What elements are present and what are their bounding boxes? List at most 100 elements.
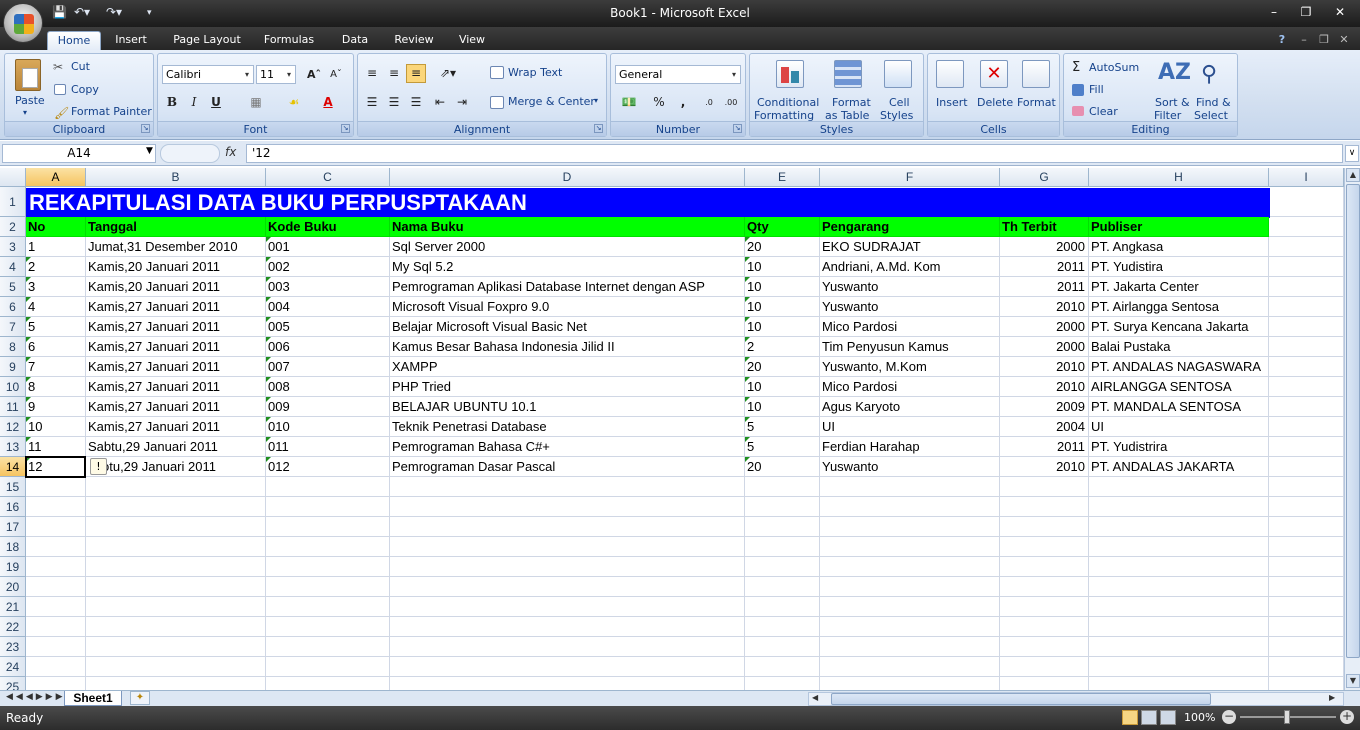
column-header-h[interactable]: H xyxy=(1089,168,1269,187)
help-icon[interactable]: ? xyxy=(1272,31,1292,50)
data-cell-c14[interactable]: 012 xyxy=(266,457,390,477)
fill-color-icon[interactable]: ☙ xyxy=(284,93,304,112)
find-select-button[interactable]: Find & xyxy=(1196,96,1231,109)
redo-icon[interactable]: ↷▾ xyxy=(106,5,122,21)
cell-f20[interactable] xyxy=(820,577,1000,597)
dialog-launcher-icon[interactable]: ↘ xyxy=(341,124,350,133)
cell-b20[interactable] xyxy=(86,577,266,597)
cell-h23[interactable] xyxy=(1089,637,1269,657)
chevron-down-icon[interactable]: ▾ xyxy=(594,96,598,105)
cell-h22[interactable] xyxy=(1089,617,1269,637)
cell-f19[interactable] xyxy=(820,557,1000,577)
cell-g23[interactable] xyxy=(1000,637,1089,657)
row-header-4[interactable]: 4 xyxy=(0,257,26,277)
cell-g18[interactable] xyxy=(1000,537,1089,557)
data-cell-f8[interactable]: Tim Penyusun Kamus xyxy=(820,337,1000,357)
data-cell-h4[interactable]: PT. Yudistira xyxy=(1089,257,1269,277)
cell-b15[interactable] xyxy=(86,477,266,497)
font-name-combo[interactable]: Calibri ▾ xyxy=(162,65,254,84)
cell-b23[interactable] xyxy=(86,637,266,657)
cell-e18[interactable] xyxy=(745,537,820,557)
row-header-2[interactable]: 2 xyxy=(0,217,26,237)
clear-button[interactable]: Clear xyxy=(1089,105,1118,118)
name-box[interactable]: A14 xyxy=(2,144,156,163)
cell-e17[interactable] xyxy=(745,517,820,537)
data-cell-b8[interactable]: Kamis,27 Januari 2011 xyxy=(86,337,266,357)
currency-icon[interactable]: 💵 xyxy=(615,93,643,112)
data-cell-d12[interactable]: Teknik Penetrasi Database xyxy=(390,417,745,437)
data-cell-e3[interactable]: 20 xyxy=(745,237,820,257)
row-header-1[interactable]: 1 xyxy=(0,187,26,217)
dialog-launcher-icon[interactable]: ↘ xyxy=(594,124,603,133)
row-header-7[interactable]: 7 xyxy=(0,317,26,337)
cell-d18[interactable] xyxy=(390,537,745,557)
cell-f21[interactable] xyxy=(820,597,1000,617)
cell-d25[interactable] xyxy=(390,677,745,690)
data-cell-g13[interactable]: 2011 xyxy=(1000,437,1089,457)
align-center-icon[interactable]: ☰ xyxy=(384,93,404,112)
cell-e19[interactable] xyxy=(745,557,820,577)
data-cell-e6[interactable]: 10 xyxy=(745,297,820,317)
data-cell-a9[interactable]: 7 xyxy=(26,357,86,377)
data-cell-f5[interactable]: Yuswanto xyxy=(820,277,1000,297)
grow-font-icon[interactable]: Aˆ xyxy=(304,65,324,84)
percent-button[interactable]: % xyxy=(649,93,669,112)
data-cell-e11[interactable]: 10 xyxy=(745,397,820,417)
data-cell-c10[interactable]: 008 xyxy=(266,377,390,397)
cell-i14[interactable] xyxy=(1269,457,1344,477)
align-left-icon[interactable]: ☰ xyxy=(362,93,382,112)
data-cell-h11[interactable]: PT. MANDALA SENTOSA xyxy=(1089,397,1269,417)
cell-i1[interactable] xyxy=(1269,187,1344,217)
sheet-tab-sheet1[interactable]: Sheet1 xyxy=(64,691,122,706)
data-cell-e7[interactable]: 10 xyxy=(745,317,820,337)
data-cell-d13[interactable]: Pemrograman Bahasa C#+ xyxy=(390,437,745,457)
data-cell-c5[interactable]: 003 xyxy=(266,277,390,297)
autosum-button[interactable]: AutoSum xyxy=(1089,61,1139,74)
data-cell-h12[interactable]: UI xyxy=(1089,417,1269,437)
chevron-down-icon[interactable]: ▼ xyxy=(146,146,153,156)
data-cell-b9[interactable]: Kamis,27 Januari 2011 xyxy=(86,357,266,377)
zoom-level[interactable]: 100% xyxy=(1184,711,1215,724)
scroll-left-icon[interactable]: ◀ xyxy=(812,693,818,702)
zoom-out-icon[interactable]: − xyxy=(1222,710,1236,724)
data-cell-f12[interactable]: UI xyxy=(820,417,1000,437)
cell-i15[interactable] xyxy=(1269,477,1344,497)
cell-i7[interactable] xyxy=(1269,317,1344,337)
cut-icon[interactable]: ✂ xyxy=(53,60,63,74)
select-all-corner[interactable] xyxy=(0,168,26,187)
data-cell-b14[interactable]: otu,29 Januari 2011 xyxy=(86,457,266,477)
row-header-10[interactable]: 10 xyxy=(0,377,26,397)
cell-c21[interactable] xyxy=(266,597,390,617)
cell-e15[interactable] xyxy=(745,477,820,497)
tab-page-layout[interactable]: Page Layout xyxy=(168,31,246,50)
close-icon[interactable]: ✕ xyxy=(1328,4,1352,20)
bold-button[interactable]: B xyxy=(162,93,182,112)
merge-center-button[interactable]: Merge & Center xyxy=(508,95,595,108)
cell-e25[interactable] xyxy=(745,677,820,690)
cell-i17[interactable] xyxy=(1269,517,1344,537)
scroll-right-icon[interactable]: ▶ xyxy=(1329,693,1335,702)
data-cell-h14[interactable]: PT. ANDALAS JAKARTA xyxy=(1089,457,1269,477)
data-cell-g4[interactable]: 2011 xyxy=(1000,257,1089,277)
cell-b25[interactable] xyxy=(86,677,266,690)
data-cell-a8[interactable]: 6 xyxy=(26,337,86,357)
cell-f15[interactable] xyxy=(820,477,1000,497)
cell-b22[interactable] xyxy=(86,617,266,637)
cell-i21[interactable] xyxy=(1269,597,1344,617)
cell-d23[interactable] xyxy=(390,637,745,657)
italic-button[interactable]: I xyxy=(184,93,204,112)
data-cell-a11[interactable]: 9 xyxy=(26,397,86,417)
data-cell-f11[interactable]: Agus Karyoto xyxy=(820,397,1000,417)
cell-i12[interactable] xyxy=(1269,417,1344,437)
sort-filter-button[interactable]: Sort & xyxy=(1155,96,1190,109)
data-cell-e9[interactable]: 20 xyxy=(745,357,820,377)
shrink-font-icon[interactable]: Aˇ xyxy=(326,65,346,84)
cell-i3[interactable] xyxy=(1269,237,1344,257)
data-cell-g10[interactable]: 2010 xyxy=(1000,377,1089,397)
cell-g21[interactable] xyxy=(1000,597,1089,617)
cut-button[interactable]: Cut xyxy=(71,60,90,73)
cell-i10[interactable] xyxy=(1269,377,1344,397)
row-header-25[interactable]: 25 xyxy=(0,677,26,690)
cell-b16[interactable] xyxy=(86,497,266,517)
tab-formulas[interactable]: Formulas xyxy=(258,31,320,50)
